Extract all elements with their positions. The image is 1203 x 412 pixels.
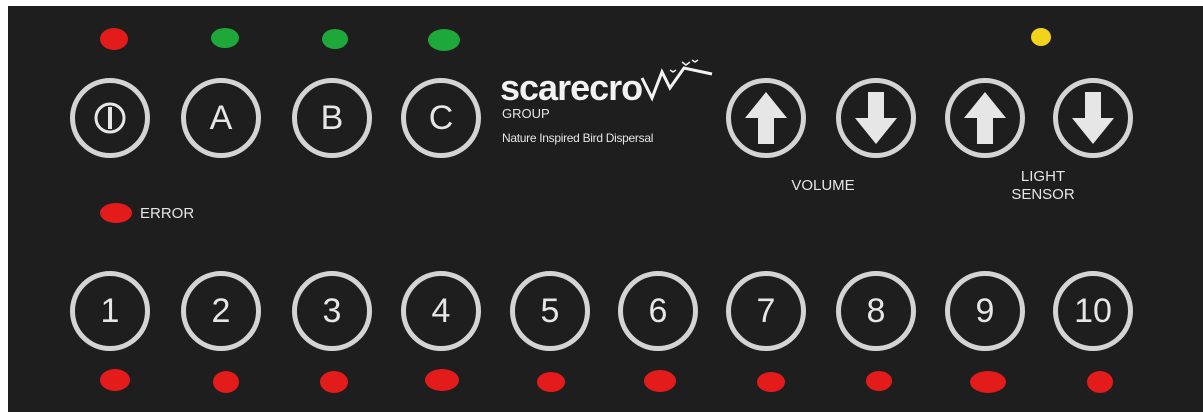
channel-4-label: 4: [431, 291, 451, 330]
channel-6-label: 6: [648, 291, 668, 330]
channel-5-button[interactable]: 5: [510, 271, 590, 351]
volume-label: VOLUME: [791, 177, 855, 194]
power-button[interactable]: [70, 78, 150, 158]
channel-3-led: [320, 371, 348, 393]
control-panel: A B C scarecro GROUP Nature Inspired Bir…: [8, 6, 1203, 412]
mode-a-label: A: [209, 98, 233, 137]
channel-9-led: [970, 371, 1006, 393]
light-sensor-down-button[interactable]: [1053, 78, 1133, 158]
arrow-up-icon: [964, 92, 1006, 144]
channel-6-button[interactable]: 6: [618, 271, 698, 351]
status-led-b: [322, 29, 348, 49]
channel-10-led: [1087, 371, 1113, 393]
channel-1-led: [100, 369, 130, 391]
channel-6-led: [644, 370, 676, 392]
channel-4-led: [425, 369, 459, 391]
light-sensor-label-line2: SENSOR: [1011, 186, 1075, 203]
channel-2-led: [213, 371, 239, 393]
channel-2-label: 2: [211, 291, 231, 330]
status-led-c: [428, 29, 460, 51]
channel-2-button[interactable]: 2: [181, 271, 261, 351]
channel-10-label: 10: [1074, 291, 1112, 330]
channel-7-button[interactable]: 7: [726, 271, 806, 351]
light-sensor-up-button[interactable]: [945, 78, 1025, 158]
channel-10-button[interactable]: 10: [1053, 271, 1133, 351]
volume-down-button[interactable]: [836, 78, 916, 158]
channel-5-led: [537, 372, 565, 392]
channel-5-label: 5: [540, 291, 560, 330]
channel-3-button[interactable]: 3: [292, 271, 372, 351]
light-sensor-label-line1: LIGHT: [1020, 168, 1066, 185]
channel-8-label: 8: [866, 291, 886, 330]
error-label: ERROR: [140, 205, 195, 222]
brand-logo-group: GROUP: [502, 106, 550, 121]
channel-1-label: 1: [100, 291, 120, 330]
brand-tagline: Nature Inspired Bird Dispersal: [502, 131, 654, 145]
channel-9-button[interactable]: 9: [945, 271, 1025, 351]
error-led: [100, 203, 132, 223]
status-led-a: [211, 28, 239, 48]
mode-b-label: B: [320, 98, 344, 137]
mode-a-button[interactable]: A: [181, 78, 261, 158]
channel-3-label: 3: [322, 291, 342, 330]
channel-8-button[interactable]: 8: [836, 271, 916, 351]
light-sensor-indicator-led: [1031, 28, 1051, 46]
status-led-power: [100, 28, 128, 50]
mode-c-button[interactable]: C: [401, 78, 481, 158]
channel-1-button[interactable]: 1: [70, 271, 150, 351]
brand-logo-wordmark: scarecro: [500, 67, 643, 108]
channel-9-label: 9: [975, 291, 995, 330]
power-icon: [94, 102, 126, 134]
arrow-down-icon: [1072, 92, 1114, 144]
channel-8-led: [866, 371, 892, 391]
channel-7-label: 7: [756, 291, 776, 330]
arrow-down-icon: [855, 92, 897, 144]
mode-b-button[interactable]: B: [292, 78, 372, 158]
channel-7-led: [757, 372, 785, 392]
mode-c-label: C: [428, 98, 454, 137]
volume-up-button[interactable]: [726, 78, 806, 158]
bird-logo-icon: [640, 59, 713, 102]
light-sensor-label: LIGHT SENSOR: [988, 168, 1098, 204]
channel-4-button[interactable]: 4: [401, 271, 481, 351]
arrow-up-icon: [745, 92, 787, 144]
